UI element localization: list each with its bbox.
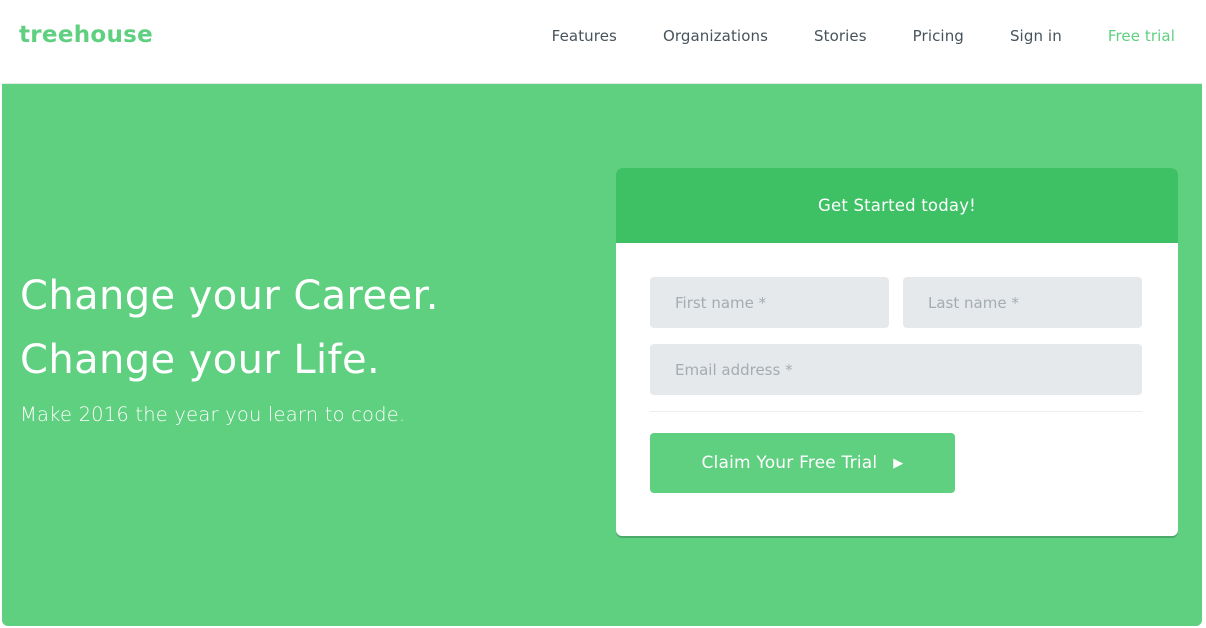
headline-line-career: Change your Career.	[20, 273, 439, 319]
nav-link-sign-in[interactable]: Sign in	[1010, 27, 1062, 45]
nav-link-stories[interactable]: Stories	[814, 27, 867, 45]
signup-form-body: Claim Your Free Trial ▶	[616, 243, 1178, 493]
play-arrow-icon: ▶	[893, 455, 904, 471]
email-input[interactable]	[650, 344, 1142, 395]
hero-section: Change your Career. Change your Life. Ma…	[2, 83, 1202, 626]
signup-card-title: Get Started today!	[616, 168, 1178, 243]
signup-card: Get Started today! Claim Your Free Trial…	[616, 168, 1178, 536]
treehouse-logo[interactable]: treehouse	[19, 22, 153, 48]
last-name-input[interactable]	[903, 277, 1142, 328]
nav-link-pricing[interactable]: Pricing	[913, 27, 964, 45]
hero-subheadline: Make 2016 the year you learn to code.	[20, 403, 406, 426]
claim-free-trial-label: Claim Your Free Trial	[701, 453, 878, 473]
nav-link-free-trial[interactable]: Free trial	[1108, 27, 1175, 45]
form-divider	[650, 411, 1142, 412]
headline-line-life: Change your Life.	[20, 337, 381, 383]
top-navigation-bar: treehouse Features Organizations Stories…	[0, 0, 1206, 82]
claim-free-trial-button[interactable]: Claim Your Free Trial ▶	[650, 433, 955, 493]
nav-link-features[interactable]: Features	[552, 27, 617, 45]
email-field-row	[650, 344, 1144, 395]
name-fields-row	[650, 277, 1144, 328]
nav-link-organizations[interactable]: Organizations	[663, 27, 768, 45]
hero-headline: Change your Career. Change your Life.	[20, 264, 439, 392]
main-nav: Features Organizations Stories Pricing S…	[506, 27, 1175, 45]
first-name-input[interactable]	[650, 277, 889, 328]
